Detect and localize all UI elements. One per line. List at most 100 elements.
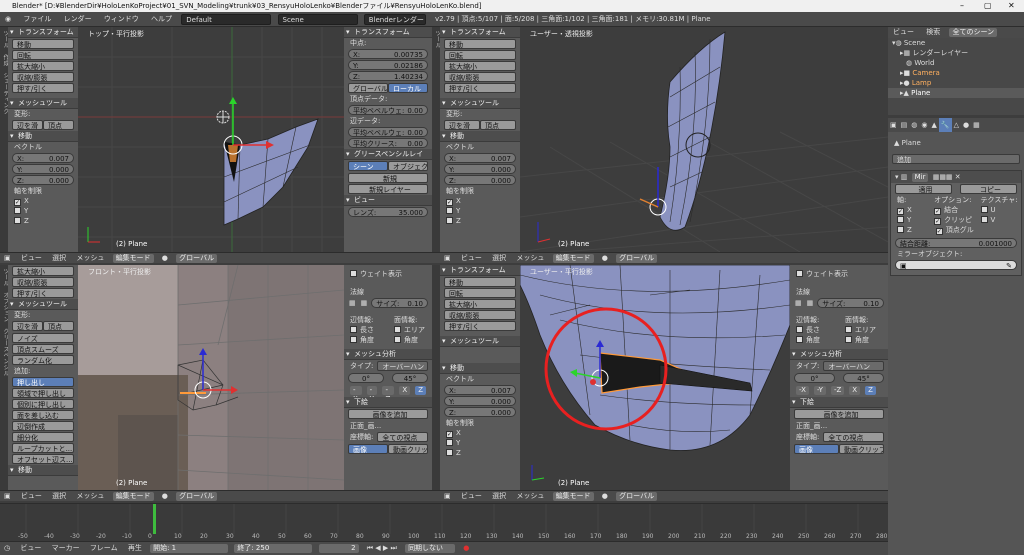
minimize-icon[interactable]: –	[960, 0, 964, 12]
vector-z-field[interactable]: Z: 0.000	[12, 175, 74, 185]
mirror-u-checkbox[interactable]: U	[975, 205, 1021, 215]
constraint-x-checkbox-4[interactable]: ✓ X	[440, 428, 520, 438]
timeline-menu-marker[interactable]: マーカー	[48, 542, 84, 555]
blender-logo-icon[interactable]: ◉	[0, 12, 16, 27]
weight-display-checkbox-2[interactable]: ウェイト表示	[790, 269, 888, 279]
extrude-region-button[interactable]: 領域で押し出し	[12, 388, 74, 398]
scale-button-3[interactable]: 拡大縮小	[12, 266, 74, 276]
editor-type-icon-5[interactable]: ◷	[0, 542, 14, 555]
median-y-field[interactable]: Y: 0.02186	[348, 60, 428, 70]
face-normal-icon-2[interactable]: ▦	[807, 299, 814, 307]
constraint-y-checkbox-2[interactable]: Y	[440, 206, 520, 216]
crease-field[interactable]: 平均クリース: 0.00	[348, 138, 428, 148]
axis-pz-btn[interactable]: Z	[415, 386, 426, 395]
translate-button-4[interactable]: 移動	[444, 277, 516, 287]
analysis-min-field-2[interactable]: 0°	[794, 373, 835, 383]
vertex-slide-button-2[interactable]: 頂点	[480, 120, 516, 130]
edge-slide-button-3[interactable]: 辺を滑	[12, 321, 43, 331]
vertex-slide-button-3[interactable]: 頂点	[43, 321, 74, 331]
mesh-tools-title-4[interactable]: メッシュツール	[440, 336, 520, 347]
copy-button[interactable]: コピー	[960, 184, 1017, 194]
gp-new-button[interactable]: 新規	[348, 173, 428, 183]
constraint-y-checkbox[interactable]: Y	[8, 206, 78, 216]
scale-button[interactable]: 拡大縮小	[12, 61, 74, 71]
normal-size-field-2[interactable]: サイズ: 0.10	[817, 298, 884, 308]
vector-x-field[interactable]: X: 0.007	[12, 153, 74, 163]
menu-mesh[interactable]: メッシュ	[72, 253, 108, 263]
add-image-button-2[interactable]: 画像を追加	[794, 409, 884, 419]
apply-button[interactable]: 適用	[895, 184, 952, 194]
median-z-field[interactable]: Z: 1.40234	[348, 71, 428, 81]
layout-select[interactable]: Default	[181, 13, 272, 25]
mode-select-3[interactable]: 編集モード	[112, 492, 154, 501]
analysis-max-field-2[interactable]: 45°	[843, 373, 884, 383]
gp-scene-tab[interactable]: シーン	[348, 161, 388, 171]
menu-view-3[interactable]: ビュー	[17, 491, 46, 501]
front-image-label-2[interactable]: 正面_画...	[790, 421, 888, 431]
current-frame-field[interactable]: 2	[318, 544, 359, 553]
offset-edge-button[interactable]: オフセット辺ス...	[12, 454, 74, 464]
vector-y-field-4[interactable]: Y: 0.000	[444, 396, 516, 406]
menu-select[interactable]: 選択	[48, 253, 70, 263]
constraint-z-checkbox[interactable]: Z	[8, 216, 78, 226]
menu-view-4[interactable]: ビュー	[457, 491, 486, 501]
randomize-button[interactable]: ランダム化	[12, 355, 74, 365]
lens-field[interactable]: レンズ: 35.000	[348, 207, 428, 217]
menu-select-3[interactable]: 選択	[48, 491, 70, 501]
axis-px-btn[interactable]: X	[399, 386, 411, 395]
sync-select[interactable]: 同期しない	[405, 544, 456, 553]
outliner-world[interactable]: ◍ World	[888, 58, 1024, 68]
background-images-title-2[interactable]: 下絵	[790, 397, 888, 408]
end-frame-field[interactable]: 終了: 250	[234, 544, 313, 553]
movie-clip-tab-2[interactable]: 動画クリップ	[839, 444, 884, 454]
axis-y-btn[interactable]: -Y	[366, 386, 378, 403]
scene-select[interactable]: Scene	[277, 13, 358, 25]
menu-mesh-4[interactable]: メッシュ	[512, 491, 548, 501]
constraint-z-checkbox-4[interactable]: Z	[440, 448, 520, 458]
background-images-title[interactable]: 下絵	[344, 397, 432, 408]
mirror-axis-x-checkbox[interactable]: ✓ X	[891, 205, 928, 215]
axis-pz-btn-2[interactable]: Z	[865, 386, 876, 395]
shrink-fatten-button-4[interactable]: 収縮/膨張	[444, 310, 516, 320]
transform-properties-title[interactable]: トランスフォーム	[344, 27, 432, 38]
menu-render[interactable]: レンダー	[59, 12, 97, 27]
axis-z-btn-2[interactable]: -Z	[830, 386, 845, 395]
transform-panel-title-4[interactable]: トランスフォーム	[440, 265, 520, 276]
subdivide-button[interactable]: 細分化	[12, 432, 74, 442]
vertex-bevel-weight-field[interactable]: 平均ベベルウェ: 0.00	[348, 105, 428, 115]
outliner-camera[interactable]: ▸■ Camera	[888, 68, 1024, 78]
image-tab[interactable]: 画像	[348, 444, 388, 454]
mode-select[interactable]: 編集モード	[112, 254, 154, 263]
mirror-merge-checkbox[interactable]: ✓ 結合	[928, 205, 974, 215]
transform-panel-title-2[interactable]: トランスフォーム	[440, 27, 520, 38]
viewport-front-ortho[interactable]: フロント・平行投影 (2) Plane	[78, 265, 344, 490]
make-edge-button[interactable]: 辺倒作成	[12, 421, 74, 431]
vector-z-field-2[interactable]: Z: 0.000	[444, 175, 516, 185]
analysis-type-select[interactable]: オーバーハン	[377, 361, 428, 371]
vector-x-field-4[interactable]: X: 0.007	[444, 385, 516, 395]
push-pull-button-3[interactable]: 押す/引く	[12, 288, 74, 298]
menu-select-2[interactable]: 選択	[488, 253, 510, 263]
face-angle-checkbox-2[interactable]: 角度	[839, 335, 888, 345]
timeline-menu-view[interactable]: ビュー	[16, 542, 45, 555]
shrink-fatten-button-2[interactable]: 収縮/膨張	[444, 72, 516, 82]
gp-new-layer-button[interactable]: 新規レイヤー	[348, 184, 428, 194]
extrude-button[interactable]: 押し出し	[12, 377, 74, 387]
playback-controls-icon[interactable]: ⏮ ◀ ▶ ⏭	[363, 542, 401, 555]
record-icon[interactable]: ●	[459, 542, 473, 555]
rotate-button[interactable]: 回転	[12, 50, 74, 60]
axis-x-btn-2[interactable]: -X	[796, 386, 809, 395]
edge-slide-button-2[interactable]: 辺を滑	[444, 120, 480, 130]
edge-angle-checkbox-2[interactable]: 角度	[790, 335, 839, 345]
outliner-view-menu[interactable]: ビュー	[888, 27, 919, 38]
start-frame-field[interactable]: 開始: 1	[150, 544, 229, 553]
inset-faces-button[interactable]: 面を差し込む	[12, 410, 74, 420]
texture-tab-icon[interactable]: ▦	[971, 118, 982, 132]
editor-type-icon[interactable]: ▣	[0, 253, 15, 263]
mesh-analysis-title-2[interactable]: メッシュ分析	[790, 349, 888, 360]
outliner-render-layers[interactable]: ▸▦ レンダーレイヤー	[888, 48, 1024, 58]
scale-button-2[interactable]: 拡大縮小	[444, 61, 516, 71]
outliner-plane[interactable]: ▸▲ Plane	[888, 88, 1024, 98]
face-normal-icon[interactable]: ▦	[361, 299, 368, 307]
shading-icon-3[interactable]: ●	[158, 491, 172, 501]
